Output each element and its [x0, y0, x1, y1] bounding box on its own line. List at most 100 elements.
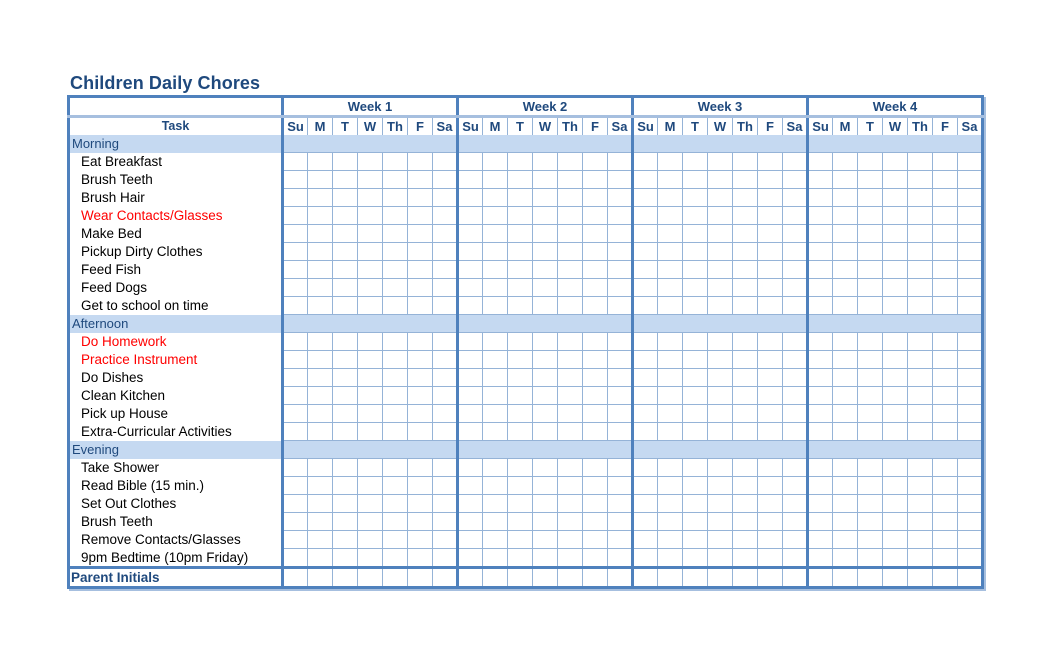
checkbox-cell[interactable] [682, 512, 708, 531]
checkbox-cell[interactable] [382, 260, 408, 279]
checkbox-cell[interactable] [532, 170, 558, 189]
checkbox-cell[interactable] [482, 152, 508, 171]
checkbox-cell[interactable] [357, 152, 383, 171]
checkbox-cell[interactable] [707, 152, 733, 171]
checkbox-cell[interactable] [507, 170, 533, 189]
checkbox-cell[interactable] [557, 368, 583, 387]
checkbox-cell[interactable] [707, 530, 733, 549]
checkbox-cell[interactable] [332, 530, 358, 549]
checkbox-cell[interactable] [357, 404, 383, 423]
checkbox-cell[interactable] [607, 494, 633, 513]
checkbox-cell[interactable] [782, 530, 808, 549]
checkbox-cell[interactable] [582, 332, 608, 351]
checkbox-cell[interactable] [932, 368, 958, 387]
checkbox-cell[interactable] [832, 404, 858, 423]
initials-cell[interactable] [557, 566, 583, 588]
checkbox-cell[interactable] [532, 206, 558, 225]
checkbox-cell[interactable] [532, 404, 558, 423]
checkbox-cell[interactable] [607, 530, 633, 549]
checkbox-cell[interactable] [282, 332, 308, 351]
checkbox-cell[interactable] [432, 512, 458, 531]
checkbox-cell[interactable] [432, 404, 458, 423]
checkbox-cell[interactable] [582, 152, 608, 171]
checkbox-cell[interactable] [882, 224, 908, 243]
checkbox-cell[interactable] [957, 476, 983, 495]
checkbox-cell[interactable] [532, 152, 558, 171]
checkbox-cell[interactable] [382, 368, 408, 387]
checkbox-cell[interactable] [907, 296, 933, 315]
checkbox-cell[interactable] [782, 422, 808, 441]
checkbox-cell[interactable] [557, 152, 583, 171]
checkbox-cell[interactable] [482, 242, 508, 261]
checkbox-cell[interactable] [657, 206, 683, 225]
checkbox-cell[interactable] [957, 530, 983, 549]
checkbox-cell[interactable] [957, 494, 983, 513]
checkbox-cell[interactable] [382, 386, 408, 405]
checkbox-cell[interactable] [932, 476, 958, 495]
checkbox-cell[interactable] [631, 404, 658, 423]
checkbox-cell[interactable] [957, 224, 983, 243]
checkbox-cell[interactable] [307, 242, 333, 261]
initials-cell[interactable] [832, 566, 858, 588]
checkbox-cell[interactable] [707, 368, 733, 387]
checkbox-cell[interactable] [407, 386, 433, 405]
checkbox-cell[interactable] [806, 152, 833, 171]
checkbox-cell[interactable] [456, 224, 483, 243]
checkbox-cell[interactable] [332, 260, 358, 279]
checkbox-cell[interactable] [882, 152, 908, 171]
checkbox-cell[interactable] [682, 188, 708, 207]
checkbox-cell[interactable] [631, 494, 658, 513]
checkbox-cell[interactable] [657, 386, 683, 405]
checkbox-cell[interactable] [757, 422, 783, 441]
checkbox-cell[interactable] [806, 386, 833, 405]
checkbox-cell[interactable] [407, 278, 433, 297]
checkbox-cell[interactable] [957, 296, 983, 315]
checkbox-cell[interactable] [507, 530, 533, 549]
checkbox-cell[interactable] [357, 278, 383, 297]
checkbox-cell[interactable] [456, 458, 483, 477]
checkbox-cell[interactable] [806, 368, 833, 387]
initials-cell[interactable] [282, 566, 308, 588]
checkbox-cell[interactable] [857, 404, 883, 423]
checkbox-cell[interactable] [757, 260, 783, 279]
checkbox-cell[interactable] [806, 494, 833, 513]
checkbox-cell[interactable] [332, 332, 358, 351]
checkbox-cell[interactable] [682, 422, 708, 441]
checkbox-cell[interactable] [631, 242, 658, 261]
checkbox-cell[interactable] [307, 332, 333, 351]
checkbox-cell[interactable] [682, 170, 708, 189]
checkbox-cell[interactable] [532, 224, 558, 243]
checkbox-cell[interactable] [732, 530, 758, 549]
checkbox-cell[interactable] [806, 332, 833, 351]
checkbox-cell[interactable] [482, 476, 508, 495]
checkbox-cell[interactable] [907, 386, 933, 405]
checkbox-cell[interactable] [657, 458, 683, 477]
checkbox-cell[interactable] [682, 368, 708, 387]
checkbox-cell[interactable] [282, 188, 308, 207]
initials-cell[interactable] [732, 566, 758, 588]
checkbox-cell[interactable] [682, 476, 708, 495]
checkbox-cell[interactable] [707, 170, 733, 189]
checkbox-cell[interactable] [456, 206, 483, 225]
checkbox-cell[interactable] [882, 242, 908, 261]
checkbox-cell[interactable] [332, 188, 358, 207]
checkbox-cell[interactable] [382, 476, 408, 495]
checkbox-cell[interactable] [332, 386, 358, 405]
checkbox-cell[interactable] [832, 386, 858, 405]
checkbox-cell[interactable] [757, 224, 783, 243]
checkbox-cell[interactable] [907, 458, 933, 477]
checkbox-cell[interactable] [432, 422, 458, 441]
checkbox-cell[interactable] [382, 458, 408, 477]
checkbox-cell[interactable] [707, 404, 733, 423]
checkbox-cell[interactable] [432, 206, 458, 225]
checkbox-cell[interactable] [682, 350, 708, 369]
checkbox-cell[interactable] [507, 260, 533, 279]
checkbox-cell[interactable] [332, 404, 358, 423]
checkbox-cell[interactable] [557, 458, 583, 477]
checkbox-cell[interactable] [932, 224, 958, 243]
checkbox-cell[interactable] [932, 188, 958, 207]
checkbox-cell[interactable] [832, 224, 858, 243]
checkbox-cell[interactable] [507, 422, 533, 441]
checkbox-cell[interactable] [757, 242, 783, 261]
checkbox-cell[interactable] [707, 548, 733, 568]
